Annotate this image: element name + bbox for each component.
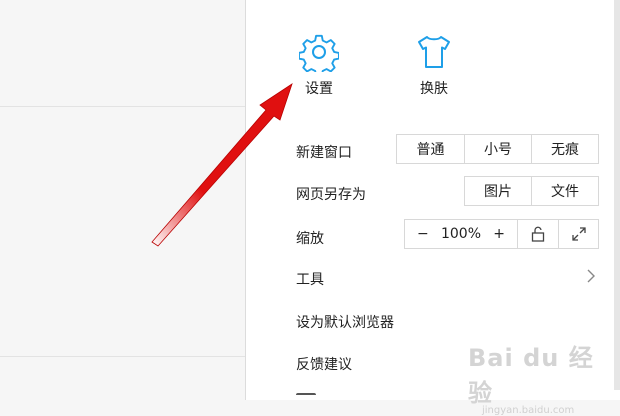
new-window-label: 新建窗口: [296, 145, 352, 161]
next-menu-item-partial[interactable]: [296, 393, 316, 405]
default-browser-label: 设为默认浏览器: [296, 315, 394, 331]
zoom-widget: − 100% +: [405, 220, 518, 248]
new-window-small-button[interactable]: 小号: [465, 135, 532, 163]
gear-icon: [299, 34, 339, 72]
new-window-incognito-button[interactable]: 无痕: [532, 135, 598, 163]
menu-scrollbar[interactable]: [614, 0, 620, 400]
save-as-file-button[interactable]: 文件: [532, 177, 598, 205]
skin-button[interactable]: 换肤: [399, 32, 469, 98]
baidu-jingyan-watermark: Bai du 经验 jingyan.baidu.com: [468, 338, 613, 416]
fullscreen-button[interactable]: [559, 220, 598, 248]
unlock-icon: [531, 226, 545, 242]
save-as-options: 图片 文件: [464, 176, 599, 206]
chevron-right-icon: [587, 269, 595, 283]
background-divider-bottom: [0, 356, 245, 357]
scrollbar-thumb[interactable]: [614, 0, 620, 390]
zoom-controls: − 100% +: [404, 219, 599, 249]
skin-label: 换肤: [420, 81, 448, 97]
zoom-out-button[interactable]: −: [417, 226, 429, 242]
tshirt-icon: [418, 36, 450, 68]
tools-label: 工具: [296, 272, 324, 288]
expand-icon: [571, 227, 586, 241]
watermark-url: jingyan.baidu.com: [482, 405, 575, 416]
zoom-lock-button[interactable]: [518, 220, 559, 248]
zoom-label: 缩放: [296, 231, 324, 247]
red-arrow: [151, 83, 293, 247]
save-as-label: 网页另存为: [296, 187, 366, 203]
zoom-in-button[interactable]: +: [493, 226, 505, 242]
feedback-label: 反馈建议: [296, 357, 352, 373]
save-as-image-button[interactable]: 图片: [465, 177, 532, 205]
new-window-normal-button[interactable]: 普通: [397, 135, 465, 163]
watermark-logo-text: Bai du 经验: [468, 344, 594, 407]
zoom-value: 100%: [440, 226, 482, 242]
new-window-options: 普通 小号 无痕: [396, 134, 599, 164]
